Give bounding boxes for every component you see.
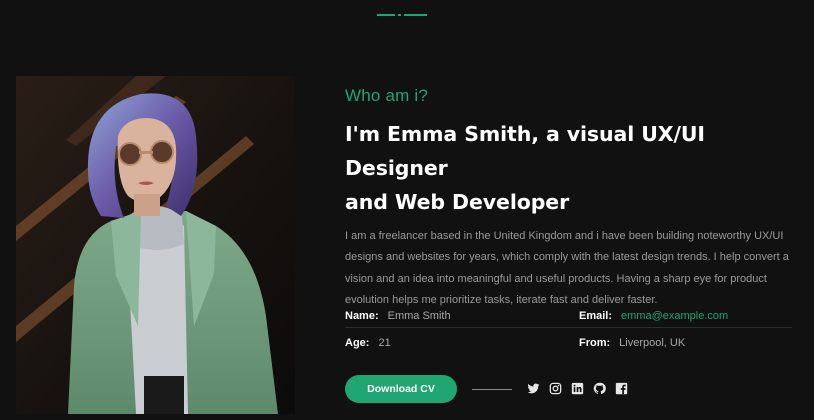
personal-info: Name: Emma Smith Email: emma@example.com A… <box>345 310 795 370</box>
headline-line-1: I'm Emma Smith, a visual UX/UI Designer <box>345 122 705 180</box>
from-value: Liverpool, UK <box>619 337 686 349</box>
about-section: Who am i? I'm Emma Smith, a visual UX/UI… <box>0 0 814 420</box>
section-divider <box>377 14 427 17</box>
info-age: Age: 21 <box>345 337 391 349</box>
info-from: From: Liverpool, UK <box>579 337 685 349</box>
twitter-icon[interactable] <box>527 382 540 395</box>
download-cv-button[interactable]: Download CV <box>345 375 457 403</box>
page-title: I'm Emma Smith, a visual UX/UI Designer … <box>345 117 795 219</box>
actions-row: Download CV <box>345 375 795 405</box>
profile-photo <box>16 76 295 414</box>
about-content: Who am i? I'm Emma Smith, a visual UX/UI… <box>345 86 795 403</box>
linkedin-icon[interactable] <box>571 382 584 395</box>
social-links <box>527 382 628 396</box>
facebook-icon[interactable] <box>615 382 628 395</box>
from-label: From: <box>579 337 611 349</box>
info-email: Email: emma@example.com <box>579 310 728 322</box>
age-label: Age: <box>345 337 370 349</box>
section-eyebrow: Who am i? <box>345 86 429 105</box>
email-link[interactable]: emma@example.com <box>621 310 728 322</box>
bio-paragraph: I am a freelancer based in the United Ki… <box>345 230 789 306</box>
age-value: 21 <box>378 337 391 349</box>
name-label: Name: <box>345 310 379 322</box>
instagram-icon[interactable] <box>549 382 562 395</box>
separator-line <box>472 389 512 390</box>
headline-line-2: and Web Developer <box>345 190 570 214</box>
github-icon[interactable] <box>593 382 606 395</box>
email-label: Email: <box>579 310 613 322</box>
info-name: Name: Emma Smith <box>345 310 451 322</box>
name-value: Emma Smith <box>387 310 451 322</box>
